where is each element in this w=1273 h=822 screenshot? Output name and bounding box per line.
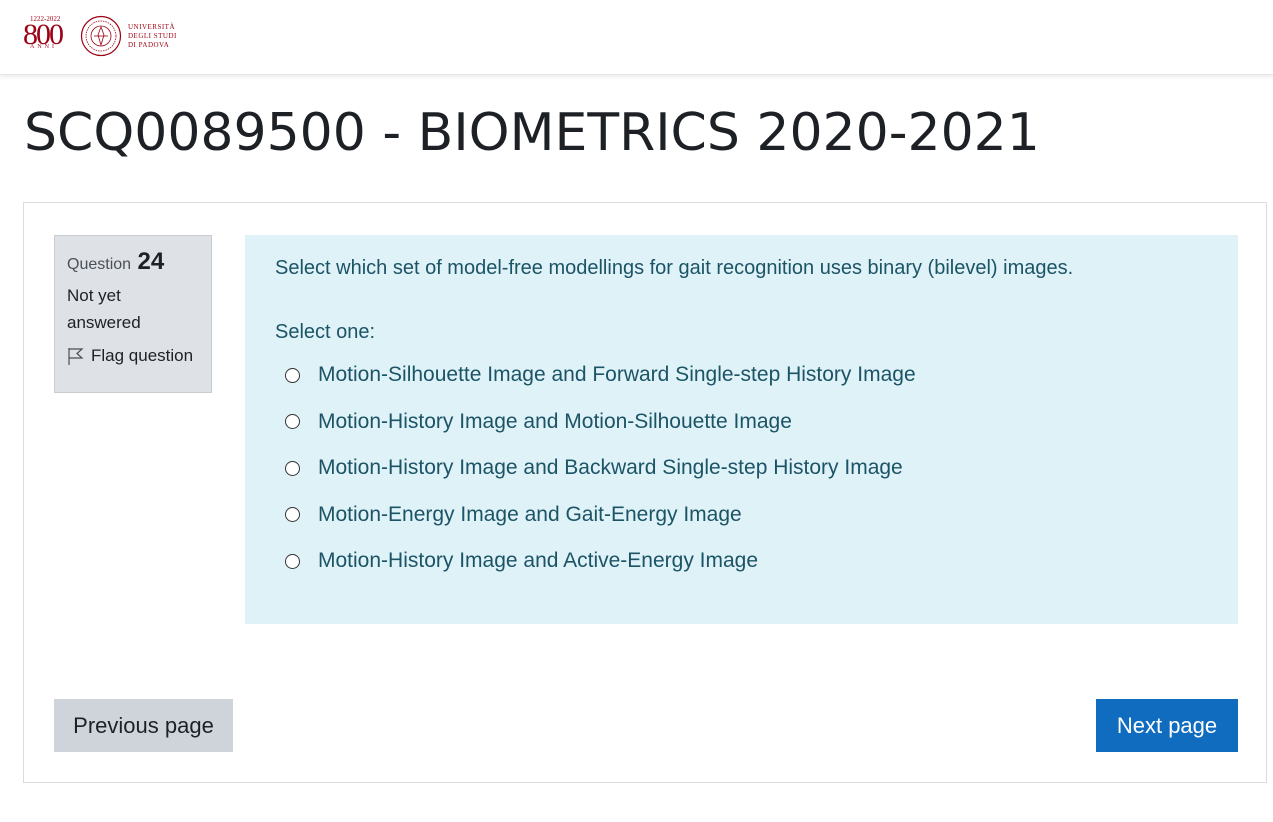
university-name-line-3: DI PADOVA [128,40,170,49]
question-number-label: Question [67,256,132,273]
answer-option[interactable]: Motion-Energy Image and Gait-Energy Imag… [275,492,1208,539]
answer-radio[interactable] [285,553,300,569]
top-navbar: 1222-2022 800 ANNI UNIVERSITÀ DEGLI STUD… [0,0,1273,75]
answer-option[interactable]: Motion-History Image and Backward Single… [275,445,1208,492]
answer-radio[interactable] [285,367,300,383]
university-name-line-2: DEGLI STUDI [128,31,177,40]
answer-label[interactable]: Motion-Silhouette Image and Forward Sing… [318,363,916,387]
anniversary-word: ANNI [30,44,57,50]
question-content: Select which set of model-free modelling… [245,235,1238,624]
university-seal-icon [80,15,122,57]
university-logo[interactable]: 1222-2022 800 ANNI UNIVERSITÀ DEGLI STUD… [22,14,177,58]
previous-page-button[interactable]: Previous page [54,699,233,752]
question-text: Select which set of model-free modelling… [275,257,1074,279]
university-name-line-1: UNIVERSITÀ [128,22,175,31]
flag-question-label: Flag question [91,346,194,365]
answer-label[interactable]: Motion-History Image and Motion-Silhouet… [318,410,792,434]
question-state: Not yet answered [67,286,141,332]
next-page-button[interactable]: Next page [1096,699,1238,752]
question-info-box: Question 24 Not yet answered Flag questi… [54,235,212,393]
answer-radio[interactable] [285,507,300,523]
question-number: Question 24 [67,248,199,276]
answer-radio[interactable] [285,414,300,430]
flag-question-button[interactable]: Flag question [67,346,199,366]
answer-option[interactable]: Motion-Silhouette Image and Forward Sing… [275,352,1208,399]
answer-label[interactable]: Motion-History Image and Backward Single… [318,456,903,480]
page-title: SCQ0089500 - BIOMETRICS 2020-2021 [24,103,1040,163]
answer-option[interactable]: Motion-History Image and Motion-Silhouet… [275,399,1208,446]
answer-prompt: Select one: [275,321,376,343]
answer-label[interactable]: Motion-Energy Image and Gait-Energy Imag… [318,503,742,527]
university-name: UNIVERSITÀ DEGLI STUDI DI PADOVA [128,23,177,50]
answer-list: Motion-Silhouette Image and Forward Sing… [275,352,1208,585]
flag-icon [68,347,84,365]
question-number-value: 24 [137,248,165,275]
answer-label[interactable]: Motion-History Image and Active-Energy I… [318,549,758,573]
anniversary-logo: 1222-2022 800 ANNI [22,14,74,58]
answer-option[interactable]: Motion-History Image and Active-Energy I… [275,538,1208,585]
answer-radio[interactable] [285,460,300,476]
